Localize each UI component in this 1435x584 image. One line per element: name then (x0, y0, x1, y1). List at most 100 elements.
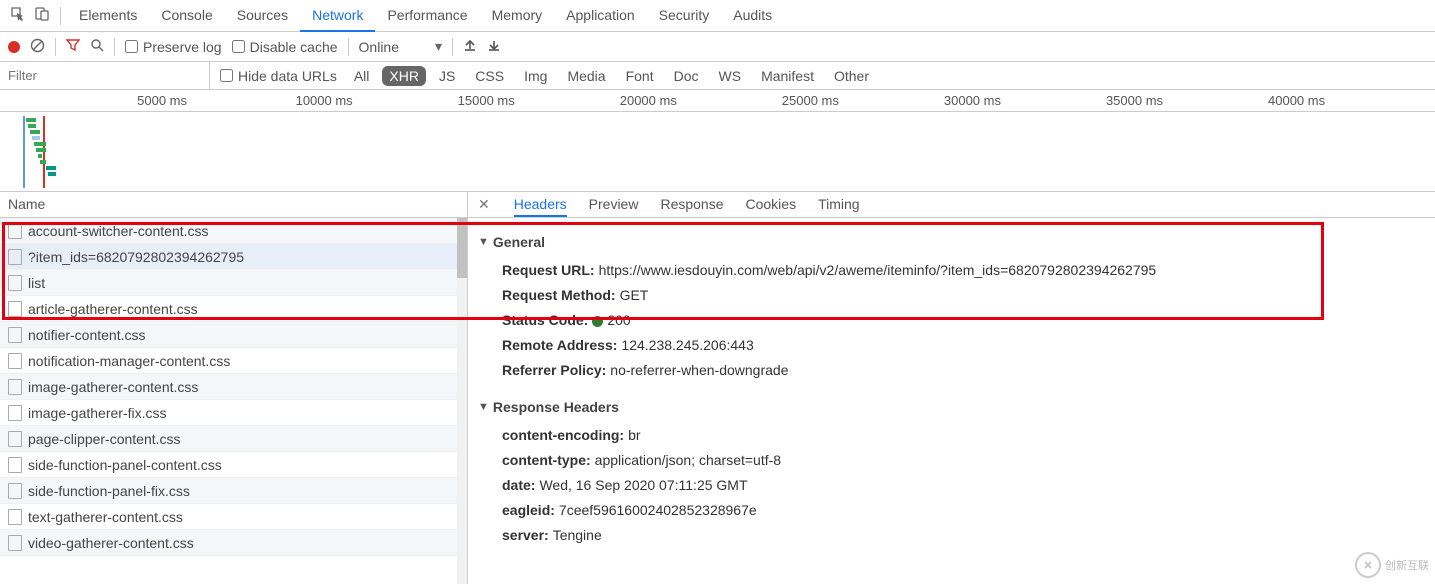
type-pill-css[interactable]: CSS (468, 66, 511, 86)
file-icon (8, 249, 22, 265)
tab-elements[interactable]: Elements (67, 0, 149, 32)
clear-icon[interactable] (30, 38, 45, 56)
separator (60, 7, 61, 25)
type-pill-img[interactable]: Img (517, 66, 554, 86)
status-code-row: Status Code:200 (478, 308, 1419, 333)
tick-label: 20000 ms (620, 93, 677, 108)
request-name: video-gatherer-content.css (28, 535, 194, 551)
request-name: page-clipper-content.css (28, 431, 181, 447)
request-list[interactable]: account-switcher-content.css?item_ids=68… (0, 218, 468, 584)
close-icon[interactable]: ✕ (478, 196, 490, 213)
type-pill-ws[interactable]: WS (712, 66, 749, 86)
type-pill-doc[interactable]: Doc (667, 66, 706, 86)
general-section-header[interactable]: ▼General (478, 234, 1419, 250)
preserve-log-checkbox[interactable]: Preserve log (125, 39, 222, 55)
record-icon[interactable] (8, 41, 20, 53)
throttling-label: Online (359, 39, 399, 55)
request-row[interactable]: video-gatherer-content.css (0, 530, 467, 556)
request-row[interactable]: list (0, 270, 467, 296)
file-icon (8, 405, 22, 421)
separator (452, 38, 453, 56)
detail-tab-timing[interactable]: Timing (818, 193, 860, 217)
tab-sources[interactable]: Sources (225, 0, 300, 32)
search-icon[interactable] (90, 38, 104, 55)
file-icon (8, 327, 22, 343)
request-name: article-gatherer-content.css (28, 301, 198, 317)
request-row[interactable]: ?item_ids=6820792802394262795 (0, 244, 467, 270)
triangle-down-icon: ▼ (478, 401, 489, 413)
server-row: server:Tengine (478, 523, 1419, 548)
request-row[interactable]: account-switcher-content.css (0, 218, 467, 244)
request-name: text-gatherer-content.css (28, 509, 183, 525)
file-icon (8, 509, 22, 525)
tab-performance[interactable]: Performance (375, 0, 479, 32)
tab-audits[interactable]: Audits (721, 0, 784, 32)
upload-har-icon[interactable] (463, 38, 477, 55)
tick-label: 35000 ms (1106, 93, 1163, 108)
request-row[interactable]: text-gatherer-content.css (0, 504, 467, 530)
content-encoding-row: content-encoding:br (478, 423, 1419, 448)
type-pill-manifest[interactable]: Manifest (754, 66, 821, 86)
tick-label: 5000 ms (137, 93, 187, 108)
inspect-icon[interactable] (6, 6, 30, 25)
device-toggle-icon[interactable] (30, 6, 54, 25)
file-icon (8, 301, 22, 317)
request-row[interactable]: image-gatherer-content.css (0, 374, 467, 400)
request-row[interactable]: side-function-panel-content.css (0, 452, 467, 478)
request-row[interactable]: notification-manager-content.css (0, 348, 467, 374)
tab-memory[interactable]: Memory (480, 0, 555, 32)
request-name: list (28, 275, 45, 291)
detail-tab-headers[interactable]: Headers (514, 193, 567, 217)
request-row[interactable]: side-function-panel-fix.css (0, 478, 467, 504)
type-pill-other[interactable]: Other (827, 66, 876, 86)
response-headers-section-header[interactable]: ▼Response Headers (478, 399, 1419, 415)
scrollbar-thumb[interactable] (457, 218, 467, 278)
disable-cache-checkbox[interactable]: Disable cache (232, 39, 338, 55)
timeline-ticks: 5000 ms10000 ms15000 ms20000 ms25000 ms3… (0, 90, 1435, 112)
filter-icon[interactable] (66, 38, 80, 55)
details-tabstrip: ✕ Headers Preview Response Cookies Timing (468, 192, 1435, 217)
detail-tab-preview[interactable]: Preview (589, 193, 639, 217)
status-dot-icon (592, 316, 603, 327)
file-icon (8, 457, 22, 473)
tab-network[interactable]: Network (300, 0, 375, 32)
split-body: account-switcher-content.css?item_ids=68… (0, 218, 1435, 584)
hide-data-urls-label: Hide data URLs (238, 68, 337, 84)
request-name: side-function-panel-content.css (28, 457, 222, 473)
file-icon (8, 223, 22, 239)
separator (55, 38, 56, 56)
request-name: image-gatherer-fix.css (28, 405, 167, 421)
name-column-header[interactable]: Name (0, 192, 468, 217)
detail-tab-response[interactable]: Response (660, 193, 723, 217)
request-row[interactable]: image-gatherer-fix.css (0, 400, 467, 426)
tick-label: 15000 ms (458, 93, 515, 108)
tab-security[interactable]: Security (647, 0, 722, 32)
separator (348, 38, 349, 56)
preserve-log-label: Preserve log (143, 39, 222, 55)
tick-label: 30000 ms (944, 93, 1001, 108)
devtools-tabstrip: ElementsConsoleSourcesNetworkPerformance… (0, 0, 1435, 32)
type-pill-js[interactable]: JS (432, 66, 462, 86)
tick-label: 10000 ms (296, 93, 353, 108)
type-pill-all[interactable]: All (347, 66, 377, 86)
request-row[interactable]: page-clipper-content.css (0, 426, 467, 452)
date-row: date:Wed, 16 Sep 2020 07:11:25 GMT (478, 473, 1419, 498)
request-url-row: Request URL:https://www.iesdouyin.com/we… (478, 258, 1419, 283)
hide-data-urls-checkbox[interactable]: Hide data URLs (220, 68, 337, 84)
request-row[interactable]: article-gatherer-content.css (0, 296, 467, 322)
detail-tab-cookies[interactable]: Cookies (746, 193, 797, 217)
timeline-overview[interactable] (0, 112, 1435, 192)
tab-application[interactable]: Application (554, 0, 647, 32)
request-name: notifier-content.css (28, 327, 146, 343)
type-pill-media[interactable]: Media (560, 66, 612, 86)
download-har-icon[interactable] (487, 38, 501, 55)
separator (114, 38, 115, 56)
chevron-down-icon[interactable]: ▾ (435, 38, 442, 55)
filter-input[interactable] (0, 62, 210, 89)
headers-panel: ▼General Request URL:https://www.iesdouy… (468, 218, 1435, 584)
tab-console[interactable]: Console (149, 0, 224, 32)
file-icon (8, 483, 22, 499)
type-pill-font[interactable]: Font (619, 66, 661, 86)
type-pill-xhr[interactable]: XHR (382, 66, 426, 86)
request-row[interactable]: notifier-content.css (0, 322, 467, 348)
